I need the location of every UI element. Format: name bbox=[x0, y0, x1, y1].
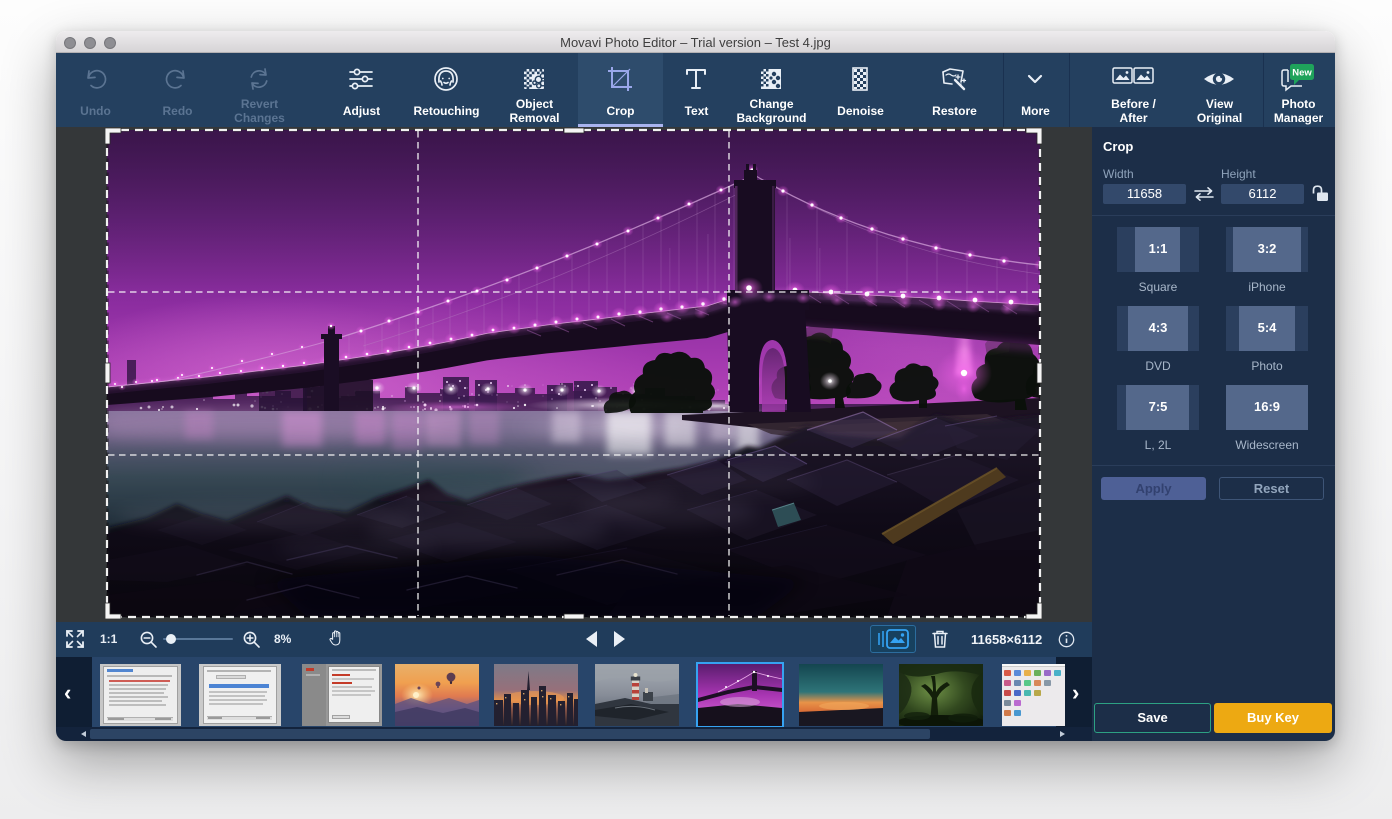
svg-text:New: New bbox=[1292, 68, 1312, 79]
